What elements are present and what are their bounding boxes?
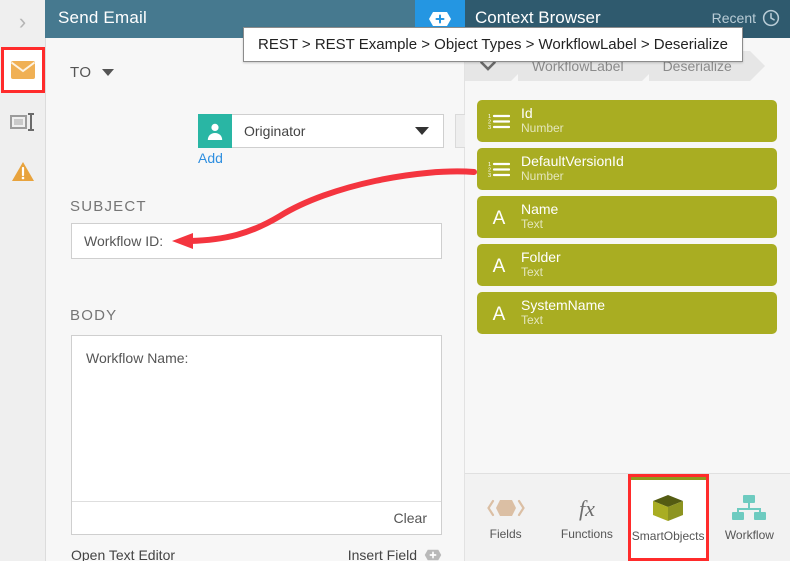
item-type: Text: [521, 313, 544, 328]
insert-field-label: Insert Field: [347, 547, 417, 561]
tab-label: Workflow: [724, 527, 774, 542]
context-tabbar: Fields fx Functions SmartObjects Workflo…: [465, 473, 790, 561]
body-editor-footer: Clear: [72, 501, 441, 534]
svg-text:A: A: [493, 304, 506, 323]
tab-label: Fields: [489, 526, 522, 541]
open-text-editor-link[interactable]: Open Text Editor: [71, 547, 175, 561]
item-type: Number: [521, 169, 564, 184]
list-item[interactable]: 1 2 3 DefaultVersionId Number: [477, 148, 777, 190]
svg-text:3: 3: [488, 173, 491, 178]
svg-text:A: A: [493, 208, 506, 227]
text-field-icon: [10, 113, 34, 131]
tab-smartobjects[interactable]: SmartObjects: [627, 474, 709, 561]
recipient-value: Originator: [244, 123, 306, 139]
left-rail: ›: [0, 0, 46, 561]
email-envelope-icon: [10, 61, 36, 79]
sidebar-item-text-field[interactable]: [4, 102, 42, 142]
page-title: Send Email: [58, 8, 147, 27]
list-item[interactable]: A Folder Text: [477, 244, 777, 286]
tab-functions[interactable]: fx Functions: [546, 474, 627, 561]
body-input[interactable]: Workflow Name:: [72, 336, 441, 366]
cube-icon: [653, 494, 684, 521]
number-list-icon: 1 2 3: [477, 160, 521, 178]
text-a-icon: A: [477, 255, 521, 275]
email-form-pane: TO Originator Add SUBJECT Workflow ID: B…: [46, 38, 489, 561]
clear-button[interactable]: Clear: [394, 510, 441, 526]
user-icon: [198, 114, 232, 148]
svg-text:A: A: [493, 256, 506, 275]
item-name: Name: [521, 201, 559, 218]
form-footer: Open Text Editor Insert Field: [71, 543, 442, 561]
tab-fields[interactable]: Fields: [465, 474, 546, 561]
recipient-select[interactable]: Originator: [198, 114, 444, 148]
property-list: 1 2 3 Id Number 1 2 3 DefaultVersionId N…: [477, 100, 777, 340]
chevron-right-icon: ›: [18, 9, 27, 34]
item-name: DefaultVersionId: [521, 153, 624, 170]
item-type: Text: [521, 265, 544, 280]
list-item[interactable]: A SystemName Text: [477, 292, 777, 334]
context-browser-title: Context Browser: [475, 8, 601, 27]
add-recipient-link[interactable]: Add: [198, 150, 223, 166]
body-label: BODY: [70, 307, 118, 324]
subject-label: SUBJECT: [70, 198, 147, 215]
list-item[interactable]: A Name Text: [477, 196, 777, 238]
breadcrumb-tooltip: REST > REST Example > Object Types > Wor…: [243, 27, 743, 62]
org-chart-icon: [732, 494, 767, 520]
hexagon-plus-icon: [424, 549, 442, 561]
number-list-icon: 1 2 3: [477, 112, 521, 130]
subject-input[interactable]: Workflow ID:: [71, 223, 442, 259]
item-name: Id: [521, 105, 533, 122]
warning-triangle-icon: [12, 162, 34, 181]
chevron-down-icon[interactable]: [101, 69, 114, 76]
to-label: TO: [70, 64, 92, 81]
item-type: Text: [521, 217, 544, 232]
item-type: Number: [521, 121, 564, 136]
insert-field-link[interactable]: Insert Field: [348, 547, 442, 561]
recent-link[interactable]: Recent: [712, 10, 756, 26]
item-name: Folder: [521, 249, 561, 266]
to-row: TO: [70, 64, 114, 81]
svg-text:fx: fx: [579, 496, 595, 521]
svg-text:3: 3: [488, 125, 491, 130]
fx-icon: fx: [579, 496, 595, 521]
hexagon-brackets-icon: [486, 499, 525, 516]
expand-panel-button[interactable]: ›: [0, 0, 45, 44]
tab-label: Functions: [560, 526, 613, 541]
chevron-down-icon[interactable]: [415, 127, 429, 135]
sidebar-item-warning[interactable]: [4, 152, 42, 192]
app-window: › Send Email Context Browser Recent TO O…: [0, 0, 790, 561]
tab-workflow[interactable]: Workflow: [709, 474, 790, 561]
text-a-icon: A: [477, 303, 521, 323]
sidebar-item-email[interactable]: [1, 47, 45, 93]
list-item[interactable]: 1 2 3 Id Number: [477, 100, 777, 142]
text-a-icon: A: [477, 207, 521, 227]
context-browser-pane: WorkflowLabel Deserialize 1 2 3 Id Numbe…: [465, 38, 790, 561]
item-name: SystemName: [521, 297, 606, 314]
tab-label: SmartObjects: [631, 528, 705, 543]
hexagon-plus-icon: [429, 12, 451, 26]
chevron-down-icon: [480, 61, 496, 71]
clock-icon[interactable]: [762, 9, 780, 27]
body-editor[interactable]: Workflow Name: Clear: [71, 335, 442, 535]
